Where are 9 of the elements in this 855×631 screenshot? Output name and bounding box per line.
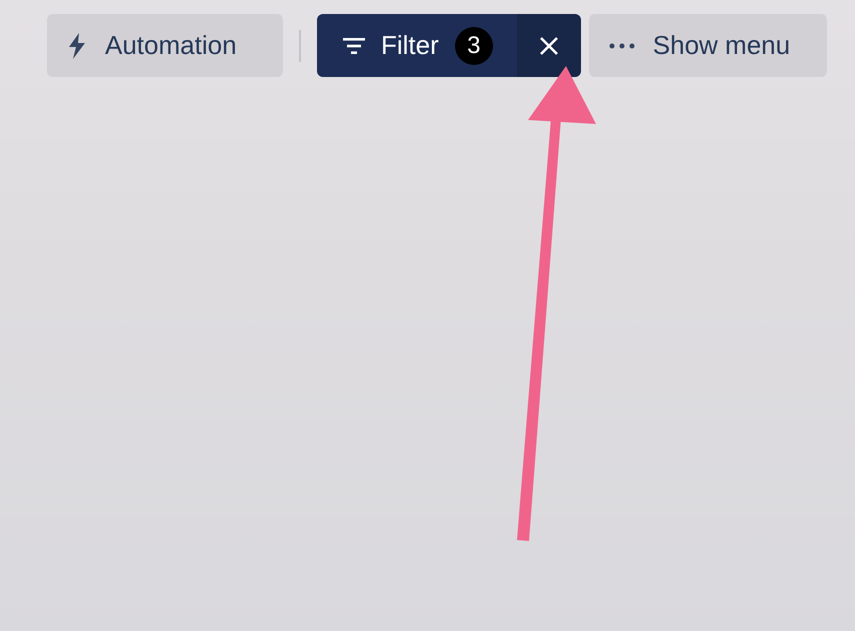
close-icon bbox=[538, 36, 559, 56]
filter-icon bbox=[343, 38, 365, 54]
lightning-icon bbox=[67, 32, 87, 58]
automation-button[interactable]: Automation bbox=[47, 14, 283, 77]
more-icon bbox=[608, 42, 635, 48]
show-menu-button[interactable]: Show menu bbox=[588, 14, 827, 77]
filter-count: 3 bbox=[454, 26, 493, 64]
close-button[interactable] bbox=[516, 14, 581, 77]
filter-button[interactable]: Filter 3 bbox=[317, 14, 517, 77]
